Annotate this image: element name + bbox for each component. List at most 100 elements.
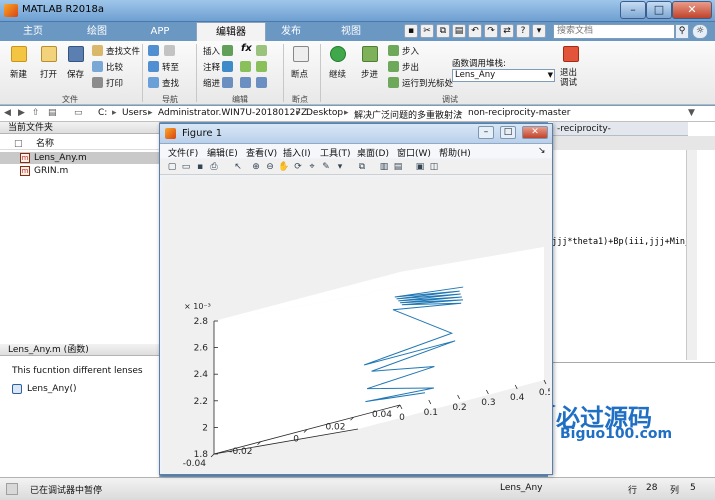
compare-button[interactable]: 比较 [106, 61, 123, 73]
brush-icon[interactable]: ✎ [320, 161, 332, 173]
chevron-down-icon[interactable]: ▾ [532, 24, 546, 38]
menu-file[interactable]: 文件(F) [168, 146, 198, 159]
decrease-indent-icon[interactable] [256, 77, 267, 88]
tab-publish[interactable]: 发布 [262, 22, 320, 41]
tab-view[interactable]: 视图 [322, 22, 380, 41]
tab-apps[interactable]: APP [132, 22, 188, 41]
menu-edit[interactable]: 编辑(E) [207, 146, 238, 159]
breadcrumb-project[interactable]: 解决广泛问题的多重散射法 [354, 108, 462, 121]
menu-view[interactable]: 查看(V) [246, 146, 277, 159]
code-line[interactable]: jjj*theta1)+Bp(iii,jjj+Min_b [552, 237, 695, 247]
maximize-button[interactable]: □ [646, 1, 672, 19]
wrap-comment-icon[interactable] [256, 61, 267, 72]
open-file-icon[interactable]: ▭ [180, 161, 192, 173]
open-button[interactable]: 打开 [40, 68, 57, 80]
new-icon[interactable] [11, 46, 27, 62]
menu-help[interactable]: 帮助(H) [439, 146, 471, 159]
insert-legend-icon[interactable]: ▤ [392, 161, 404, 173]
search-icon[interactable]: ⚲ [675, 24, 689, 39]
breadcrumb-c[interactable]: C: [98, 108, 107, 118]
save-button[interactable]: 保存 [67, 68, 84, 80]
indent-button[interactable]: 缩进 [203, 77, 220, 89]
search-documentation-input[interactable]: 搜索文档 [553, 24, 675, 39]
chevron-down-icon[interactable]: ▾ [334, 161, 346, 173]
redo-icon[interactable]: ↷ [484, 24, 498, 38]
step-icon[interactable] [362, 46, 378, 62]
details-signature[interactable]: Lens_Any() [27, 384, 77, 394]
open-icon[interactable] [41, 46, 57, 62]
undo-icon[interactable]: ↶ [468, 24, 482, 38]
menu-tools[interactable]: 工具(T) [320, 146, 351, 159]
rotate-3d-icon[interactable]: ⟳ [292, 161, 304, 173]
breakpoints-icon[interactable] [293, 46, 309, 62]
save-icon[interactable] [68, 46, 84, 62]
menu-desktop[interactable]: 桌面(D) [357, 146, 389, 159]
goto-button[interactable]: 转至 [162, 61, 179, 73]
find-button[interactable]: 查找 [162, 77, 179, 89]
help-icon[interactable]: ? [516, 24, 530, 38]
breadcrumb-users[interactable]: Users [122, 108, 147, 118]
zoom-in-icon[interactable]: ⊕ [250, 161, 262, 173]
figure-window[interactable]: Figure 1 – □ ✕ 文件(F) 编辑(E) 查看(V) 插入(I) 工… [159, 123, 553, 475]
back-arrow-icon[interactable]: ◀ [4, 108, 11, 118]
file-row-lens-any[interactable]: m Lens_Any.m [0, 152, 160, 164]
insert-colorbar-icon[interactable]: ▥ [378, 161, 390, 173]
figure-maximize-button[interactable]: □ [500, 126, 516, 139]
quit-debugging-button[interactable]: 退出 调试 [560, 68, 577, 88]
step-out-button[interactable]: 步出 [402, 61, 419, 73]
step-in-button[interactable]: 步入 [402, 45, 419, 57]
paste-icon[interactable]: ▤ [452, 24, 466, 38]
forward-arrow-icon[interactable] [164, 45, 175, 56]
breadcrumb-desktop[interactable]: Desktop [306, 108, 343, 118]
plot-3d-axes[interactable]: 1.822.22.42.62.8× 10⁻³-0.04-0.0200.020.0… [162, 177, 553, 473]
breadcrumb-administrator[interactable]: Administrator.WIN7U-20180127Z [158, 108, 307, 118]
save-figure-icon[interactable]: ▪ [194, 161, 206, 173]
find-files-button[interactable]: 查找文件 [106, 45, 140, 57]
new-button[interactable]: 新建 [10, 68, 27, 80]
column-header-name[interactable]: □ 名称 [0, 138, 160, 150]
copy-icon[interactable]: ⧉ [436, 24, 450, 38]
back-arrow-icon[interactable] [148, 45, 159, 56]
minimize-button[interactable]: – [620, 1, 646, 19]
community-icon[interactable]: ☼ [692, 24, 708, 39]
continue-button[interactable]: 继续 [329, 68, 346, 80]
folder-up-icon[interactable]: ⇧ [32, 108, 40, 118]
increase-indent-icon[interactable] [240, 77, 251, 88]
figure-close-button[interactable]: ✕ [522, 126, 548, 139]
close-button[interactable]: ✕ [672, 1, 712, 19]
file-row-grin[interactable]: m GRIN.m [0, 165, 160, 177]
breadcrumb-non-reciprocity[interactable]: non-reciprocity-master [468, 108, 571, 118]
hide-plot-tools-icon[interactable]: ▣ [414, 161, 426, 173]
menu-window[interactable]: 窗口(W) [397, 146, 431, 159]
step-button[interactable]: 步进 [361, 68, 378, 80]
forward-arrow-icon[interactable]: ▶ [18, 108, 25, 118]
comment-button[interactable]: 注释 [203, 61, 220, 73]
show-plot-tools-icon[interactable]: ◫ [428, 161, 440, 173]
insert-section-icon[interactable] [256, 45, 267, 56]
edit-plot-icon[interactable]: ↖ [232, 161, 244, 173]
uncomment-icon[interactable] [240, 61, 251, 72]
figure-minimize-button[interactable]: – [478, 126, 494, 139]
run-to-cursor-button[interactable]: 运行到光标处 [402, 77, 453, 89]
switch-window-icon[interactable]: ⇄ [500, 24, 514, 38]
menu-insert[interactable]: 插入(I) [283, 146, 311, 159]
cut-icon[interactable]: ✂ [420, 24, 434, 38]
data-cursor-icon[interactable]: ⌖ [306, 161, 318, 173]
save-icon[interactable]: ▪ [404, 24, 418, 38]
smart-indent-icon[interactable] [222, 77, 233, 88]
quit-debugging-icon[interactable] [563, 46, 579, 62]
tab-plots[interactable]: 绘图 [68, 22, 126, 41]
function-call-stack-select[interactable]: Lens_Any ▼ [452, 69, 555, 82]
continue-icon[interactable] [330, 46, 346, 62]
fx-button[interactable]: fx [241, 43, 252, 54]
print-button[interactable]: 打印 [106, 77, 123, 89]
breakpoints-button[interactable]: 断点 [291, 68, 308, 80]
new-figure-icon[interactable]: ▢ [166, 161, 178, 173]
browse-folder-icon[interactable]: ▤ [48, 108, 57, 118]
chevron-down-icon[interactable]: ▼ [688, 108, 695, 118]
editor-scrollbar[interactable] [686, 150, 697, 360]
tab-editor[interactable]: 编辑器 [196, 22, 266, 41]
menu-dock-icon[interactable]: ↘ [538, 146, 546, 156]
pan-icon[interactable]: ✋ [278, 161, 290, 173]
insert-button[interactable]: 插入 [203, 45, 220, 57]
